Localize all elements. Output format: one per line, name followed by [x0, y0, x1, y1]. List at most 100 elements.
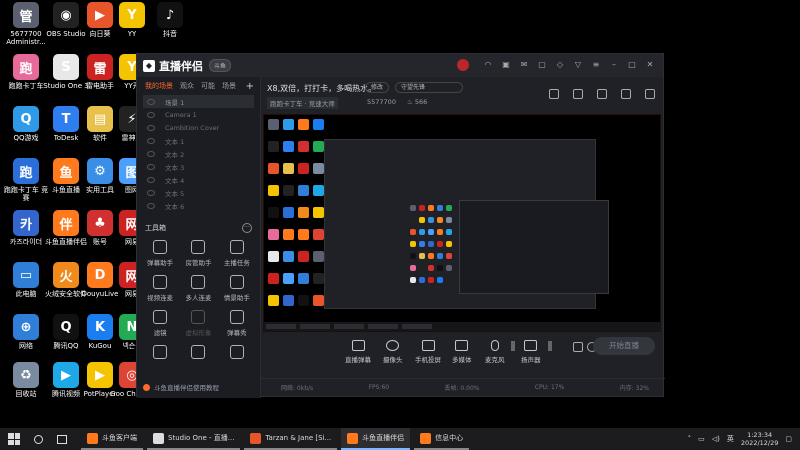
nested-preview-window-inner: [410, 200, 609, 294]
room-category[interactable]: 跑跑卡丁车 · 竞速大师: [267, 97, 338, 109]
eye-icon[interactable]: [147, 111, 155, 118]
tool-button[interactable]: 多人连麦: [179, 275, 217, 302]
camera-button[interactable]: 摄像头: [383, 340, 403, 364]
maximize-icon[interactable]: □: [627, 60, 637, 70]
edit-title-button[interactable]: 修改: [365, 82, 390, 93]
preview-nested-icon: [446, 265, 452, 271]
tool-button[interactable]: 虚拟形象: [179, 310, 217, 337]
desktop-icon-label: 抖音: [163, 30, 177, 38]
tab-scenes[interactable]: 我的场景: [145, 81, 173, 91]
scene-item[interactable]: 文本 2: [143, 147, 254, 160]
speaker-button[interactable]: 扬声器: [521, 340, 541, 364]
record-icon[interactable]: [573, 342, 583, 352]
tool-button[interactable]: 视频连麦: [141, 275, 179, 302]
tool-button[interactable]: 滤镜: [141, 310, 179, 337]
clock[interactable]: 1:23:34 2022/12/29: [741, 431, 778, 447]
add-scene-icon[interactable]: +: [246, 81, 254, 92]
taskbar-app-icon: [153, 432, 164, 444]
microphone-button[interactable]: 麦克风: [485, 340, 505, 364]
more-icon[interactable]: ···: [242, 223, 252, 233]
notification-icon[interactable]: ▢: [785, 435, 792, 443]
scene-item[interactable]: Cambition Cover: [143, 121, 254, 134]
network-icon[interactable]: ▭: [698, 435, 705, 443]
desktop-icon[interactable]: ♪ 抖音: [146, 2, 194, 54]
task-view-icon[interactable]: [57, 434, 67, 444]
version-badge[interactable]: 斗鱼: [209, 59, 232, 72]
chevron-up-icon[interactable]: ˄: [688, 435, 692, 443]
scene-item[interactable]: 文本 3: [143, 160, 254, 173]
eye-icon[interactable]: [147, 176, 155, 183]
tab-audience[interactable]: 观众: [180, 81, 194, 91]
tool-button[interactable]: [141, 345, 179, 362]
phone-cast-button[interactable]: 手机投屏: [415, 340, 441, 364]
windows-start-icon[interactable]: [8, 433, 20, 445]
network-status: 网络: 0kb/s: [281, 385, 314, 392]
desktop-icon-label: 账号: [93, 238, 107, 246]
gift-icon[interactable]: ▣: [501, 60, 511, 70]
skin-icon[interactable]: ◇: [555, 60, 565, 70]
scene-item-label: Camera 1: [165, 110, 197, 119]
layout-icon[interactable]: [549, 89, 559, 99]
scene-item[interactable]: 文本 6: [143, 199, 254, 212]
avatar[interactable]: [457, 59, 469, 71]
taskbar-app[interactable]: Studio One - 直播...: [147, 428, 241, 450]
input-method[interactable]: 英: [727, 434, 734, 444]
tool-button[interactable]: 主播任务: [218, 240, 256, 267]
mail-icon[interactable]: ✉: [519, 60, 529, 70]
multimedia-button[interactable]: 多媒体: [452, 340, 472, 364]
preview-nested-icon: [446, 277, 452, 283]
scene-item[interactable]: 场景 1: [143, 95, 254, 108]
eye-icon[interactable]: [147, 98, 155, 105]
taskbar-app[interactable]: Tarzan & Jane [Si...: [244, 428, 338, 450]
menu-icon[interactable]: ≡: [591, 60, 601, 70]
share-icon[interactable]: [645, 89, 655, 99]
scene-item[interactable]: 文本 5: [143, 186, 254, 199]
preview-desktop-icon: [298, 163, 309, 174]
toolbox-header: 工具箱 ···: [137, 220, 260, 236]
tool-label: 主播任务: [223, 259, 250, 267]
eye-icon[interactable]: [147, 150, 155, 157]
close-icon[interactable]: ✕: [645, 60, 655, 70]
taskbar-app[interactable]: 斗鱼直播伴侣: [341, 428, 411, 450]
tool-button[interactable]: 房管助手: [179, 240, 217, 267]
preview-nested-icon: [410, 277, 416, 283]
tab-scene[interactable]: 场景: [222, 81, 236, 91]
taskbar-app[interactable]: 信息中心: [414, 428, 470, 450]
eye-icon[interactable]: [147, 163, 155, 170]
bell-icon[interactable]: [621, 89, 631, 99]
speaker-volume-bar[interactable]: [548, 341, 552, 351]
minimize-icon[interactable]: –: [609, 60, 619, 70]
tab-possible[interactable]: 可能: [201, 81, 215, 91]
notice-field[interactable]: 守望先锋: [395, 82, 463, 93]
tool-button[interactable]: 弹幕秀: [218, 310, 256, 337]
eye-icon[interactable]: [147, 124, 155, 131]
tool-button[interactable]: [179, 345, 217, 362]
scene-item[interactable]: 文本 1: [143, 134, 254, 147]
filter-icon[interactable]: ▽: [573, 60, 583, 70]
tool-button[interactable]: [218, 345, 256, 362]
volume-icon[interactable]: ◁): [712, 435, 720, 443]
shop-icon[interactable]: ▢: [537, 60, 547, 70]
preview-desktop-icon: [283, 295, 294, 306]
preview-nested-icon: [428, 205, 434, 211]
mic-volume-bar[interactable]: [511, 341, 515, 351]
tool-button[interactable]: 情景助手: [218, 275, 256, 302]
eye-icon[interactable]: [147, 202, 155, 209]
scene-item[interactable]: Camera 1: [143, 108, 254, 121]
preview-desktop-icon: [268, 229, 279, 240]
phone-icon: [421, 340, 435, 351]
scene-item[interactable]: 文本 4: [143, 173, 254, 186]
search-icon[interactable]: [34, 434, 43, 444]
go-live-button[interactable]: 开始直播: [593, 337, 655, 355]
headset-icon[interactable]: ◠: [483, 60, 493, 70]
lock-icon[interactable]: [573, 89, 583, 99]
mobile-icon[interactable]: [597, 89, 607, 99]
stream-preview[interactable]: [263, 114, 661, 332]
eye-icon[interactable]: [147, 189, 155, 196]
eye-icon[interactable]: [147, 137, 155, 144]
help-link[interactable]: 斗鱼直播伴侣使用教程: [143, 382, 219, 392]
taskbar-app[interactable]: 斗鱼客户端: [81, 428, 143, 450]
tool-button[interactable]: 弹幕助手: [141, 240, 179, 267]
room-heat: ♨ 566: [407, 98, 428, 106]
danmaku-button[interactable]: 直播弹幕: [345, 340, 371, 364]
